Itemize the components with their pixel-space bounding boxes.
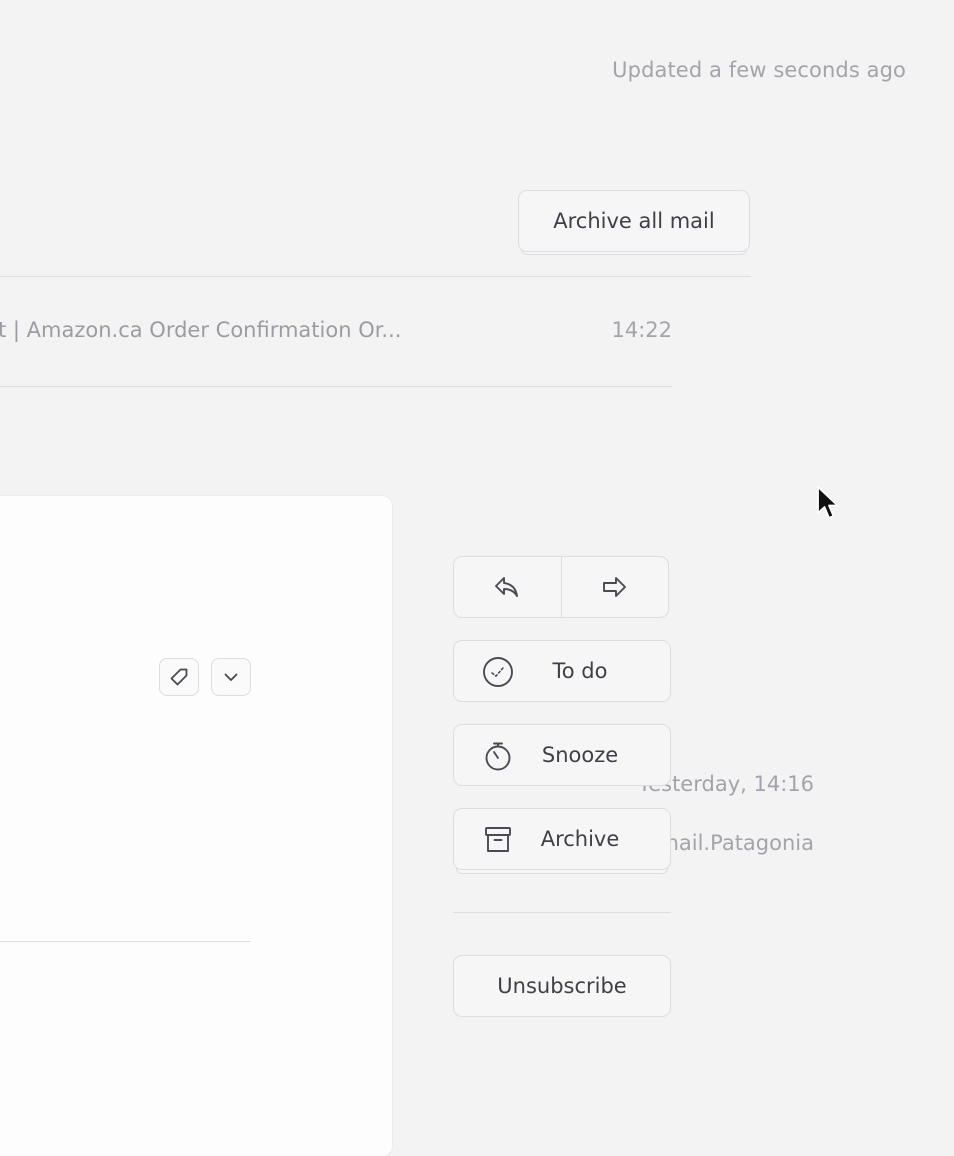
- tag-icon: [170, 668, 188, 686]
- reply-forward-group: [453, 556, 669, 618]
- snooze-button[interactable]: Snooze: [453, 724, 671, 786]
- unsubscribe-button[interactable]: Unsubscribe: [453, 955, 671, 1017]
- actions-divider: [453, 912, 671, 913]
- tag-button[interactable]: [159, 658, 199, 696]
- todo-button[interactable]: To do: [453, 640, 671, 702]
- archive-all-button[interactable]: Archive all mail: [518, 190, 750, 252]
- todo-label: To do: [552, 659, 608, 683]
- snooze-label: Snooze: [541, 743, 619, 767]
- todo-icon: [482, 656, 514, 688]
- updated-status: Updated a few seconds ago: [612, 58, 906, 82]
- row-divider: [0, 386, 672, 387]
- archive-box-icon: [482, 824, 514, 856]
- reply-button[interactable]: [454, 557, 561, 617]
- mail-time: 14:22: [611, 318, 672, 342]
- more-options-button[interactable]: [211, 658, 251, 696]
- archive-label: Archive: [540, 827, 620, 851]
- reply-icon: [495, 577, 519, 597]
- card-divider: [0, 941, 251, 942]
- mouse-pointer-icon: [817, 486, 839, 519]
- list-item[interactable]: t | Amazon.ca Order Confirmation Or... 1…: [0, 277, 672, 386]
- forward-icon: [602, 577, 626, 597]
- mail-subject: t | Amazon.ca Order Confirmation Or...: [0, 318, 402, 342]
- archive-button[interactable]: Archive: [453, 808, 671, 870]
- message-card: [0, 496, 392, 1156]
- forward-button[interactable]: [560, 557, 669, 617]
- chevron-down-icon: [224, 673, 238, 681]
- stopwatch-icon: [482, 740, 514, 772]
